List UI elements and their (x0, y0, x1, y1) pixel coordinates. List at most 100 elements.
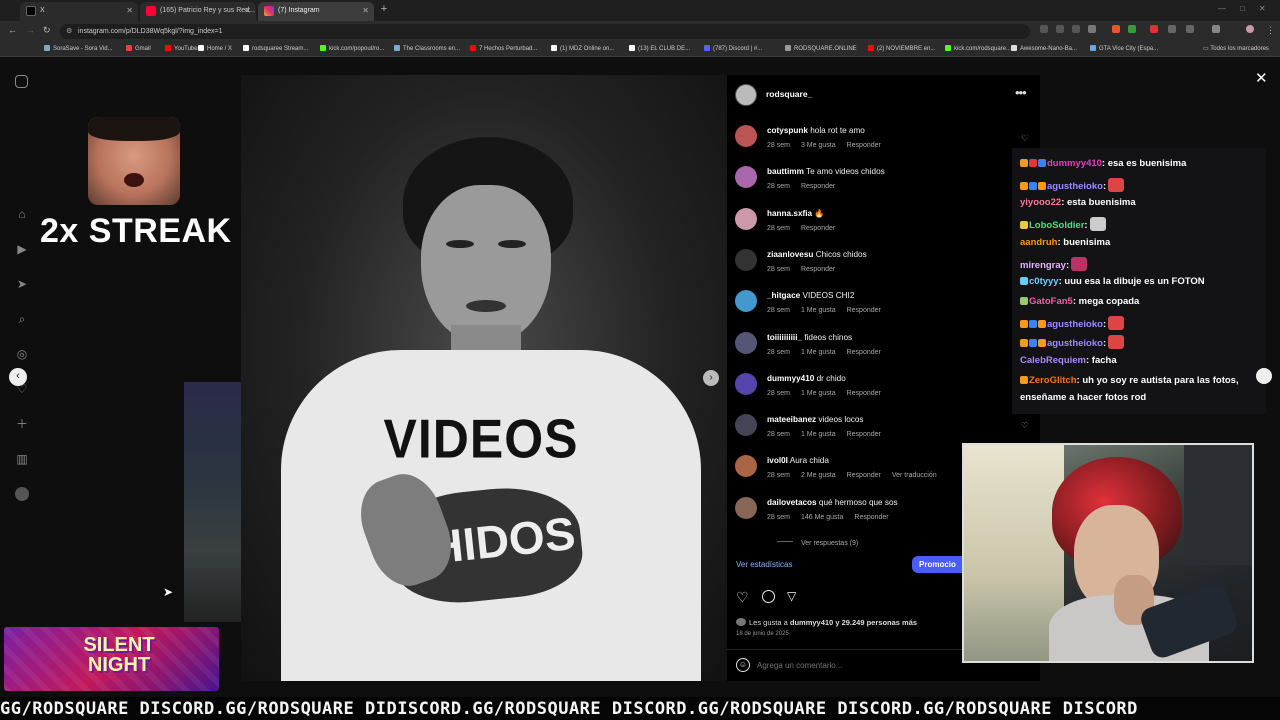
commenter-username[interactable]: _hitgace (767, 291, 800, 300)
commenter-username[interactable]: toiiiiiiiiii_ (767, 333, 802, 342)
comment-reply[interactable]: Responder (801, 183, 835, 190)
site-info-icon[interactable]: ⚙ (66, 24, 72, 39)
address-bar[interactable]: ⚙ instagram.com/p/DLD38Wq5kgl/?img_index… (60, 24, 1030, 39)
tab-x[interactable]: X ✕ (20, 2, 138, 21)
cast-icon[interactable] (1056, 25, 1064, 33)
extension-icon[interactable] (1150, 25, 1158, 33)
more-options-icon[interactable]: ••• (1015, 85, 1027, 100)
commenter-username[interactable]: dailovetacos (767, 498, 817, 507)
create-icon[interactable]: ＋ (15, 417, 29, 431)
avatar[interactable] (1246, 25, 1254, 33)
zoom-icon[interactable] (1040, 25, 1048, 33)
comment-reply[interactable]: Responder (801, 225, 835, 232)
new-tab-button[interactable]: + (378, 3, 390, 15)
all-bookmarks[interactable]: ▭ Todos los marcadores (1203, 45, 1269, 52)
share-icon[interactable]: ▽ (787, 589, 796, 603)
extension-icon[interactable] (1112, 25, 1120, 33)
commenter-avatar[interactable] (735, 331, 757, 354)
next-image-button[interactable]: › (703, 370, 719, 386)
instagram-icon[interactable] (15, 75, 28, 88)
explore-icon[interactable]: ◎ (15, 347, 29, 361)
bookmark-item[interactable]: (13) EL CLUB DE... (629, 45, 690, 52)
next-post-button[interactable] (1256, 368, 1272, 384)
window-controls[interactable]: —□✕ (1218, 4, 1280, 13)
commenter-avatar[interactable] (735, 166, 757, 189)
direct-icon[interactable]: ➤ (15, 277, 29, 291)
bookmark-item[interactable]: rodsquaree Stream... (243, 45, 308, 52)
commenter-avatar[interactable] (735, 455, 757, 478)
bookmark-item[interactable]: (2) NOVIEMBRE en... (868, 45, 935, 52)
comment-reply[interactable]: Responder (847, 349, 881, 356)
comment-icon[interactable] (762, 590, 775, 603)
menu-dots-icon[interactable]: ⋮ (1266, 25, 1275, 36)
home-icon[interactable]: ⌂ (15, 207, 29, 221)
commenter-username[interactable]: hanna.sxfia (767, 209, 812, 218)
view-stats-link[interactable]: Ver estadísticas (736, 560, 792, 569)
search-icon[interactable]: ⌕ (15, 312, 29, 326)
commenter-username[interactable]: mateeibanez (767, 415, 816, 424)
comment-likes[interactable]: 1 Me gusta (801, 349, 836, 356)
comment-likes[interactable]: 2 Me gusta (801, 472, 836, 479)
profile-avatar[interactable] (15, 487, 29, 501)
commenter-username[interactable]: ziaanlovesu (767, 250, 813, 259)
commenter-avatar[interactable] (735, 290, 757, 313)
reload-icon[interactable]: ↻ (43, 25, 51, 36)
author-avatar[interactable] (735, 84, 757, 106)
commenter-avatar[interactable] (735, 248, 757, 271)
tab-instagram[interactable]: (7) Instagram ✕ (258, 2, 374, 21)
commenter-avatar[interactable] (735, 125, 757, 147)
comment-reply[interactable]: Responder (801, 266, 835, 273)
bookmark-item[interactable]: kick.com/rodsquare... (945, 45, 1011, 52)
forward-icon[interactable]: → (26, 25, 35, 35)
commenter-avatar[interactable] (735, 207, 757, 230)
comment-likes[interactable]: 1 Me gusta (801, 431, 836, 438)
bookmark-item[interactable]: 7 Hechos Perturbad... (470, 45, 537, 52)
comment-reply[interactable]: Responder (847, 307, 881, 314)
extension-icon[interactable] (1128, 25, 1136, 33)
commenter-avatar[interactable] (735, 496, 757, 519)
comment-reply[interactable]: Responder (847, 142, 881, 149)
bookmark-item[interactable]: kick.com/popout/ro... (320, 45, 384, 52)
extension-icon[interactable] (1168, 25, 1176, 33)
author-username[interactable]: rodsquare_ (766, 89, 812, 99)
comment-likes[interactable]: 1 Me gusta (801, 390, 836, 397)
likes-user[interactable]: dummyy410 (790, 618, 833, 627)
like-comment-icon[interactable]: ♡ (1021, 133, 1029, 144)
comment-reply[interactable]: Responder (847, 472, 881, 479)
download-icon[interactable] (1212, 25, 1220, 33)
comment-reply[interactable]: Responder (847, 390, 881, 397)
commenter-username[interactable]: bauttimm (767, 167, 804, 176)
close-icon[interactable]: ✕ (362, 2, 369, 19)
comment-likes[interactable]: 3 Me gusta (801, 142, 836, 149)
like-icon[interactable]: ♡ (736, 589, 749, 606)
commenter-username[interactable]: dummyy410 (767, 374, 814, 383)
bookmark-item[interactable]: Gmail (126, 45, 151, 52)
bookmark-item[interactable]: Awesome-Nano-Ba... (1011, 45, 1077, 52)
commenter-username[interactable]: ivol0l (767, 456, 788, 465)
comment-likes[interactable]: 1 Me gusta (801, 307, 836, 314)
bookmark-item[interactable]: YouTube (165, 45, 198, 52)
bookmark-item[interactable]: (787) Discord | #... (704, 45, 762, 52)
commenter-avatar[interactable] (735, 414, 757, 437)
star-icon[interactable] (1088, 25, 1096, 33)
emoji-icon[interactable]: ☺ (736, 658, 750, 672)
back-icon[interactable]: ← (8, 25, 17, 35)
bookmark-item[interactable]: SoraSave - Sora Vid... (44, 45, 113, 52)
extensions-puzzle-icon[interactable] (1186, 25, 1194, 33)
bookmark-item[interactable]: GTA Vice City (Espa... (1090, 45, 1158, 52)
comment-reply[interactable]: Responder (854, 514, 888, 521)
comment-reply[interactable]: Responder (847, 431, 881, 438)
bookmark-item[interactable]: The Classrooms en... (394, 45, 460, 52)
bookmark-item[interactable]: (1) MDZ Online on... (551, 45, 614, 52)
like-comment-icon[interactable]: ♡ (1021, 421, 1028, 430)
reels-icon[interactable]: ▶ (15, 242, 29, 256)
bookmark-item[interactable]: RODSQUARE.ONLINE (785, 45, 857, 52)
bookmark-item[interactable]: Home / X (198, 45, 232, 52)
close-icon[interactable]: ✕ (244, 2, 251, 19)
close-icon[interactable]: ✕ (1255, 69, 1268, 87)
close-icon[interactable]: ✕ (126, 2, 133, 19)
tab-youtube[interactable]: (165) Patricio Rey y sus Red... ✕ (140, 2, 256, 21)
prev-post-button[interactable]: ‹ (9, 368, 27, 386)
comment-extra[interactable]: Ver traducción (892, 472, 937, 479)
commenter-username[interactable]: cotyspunk (767, 126, 808, 135)
